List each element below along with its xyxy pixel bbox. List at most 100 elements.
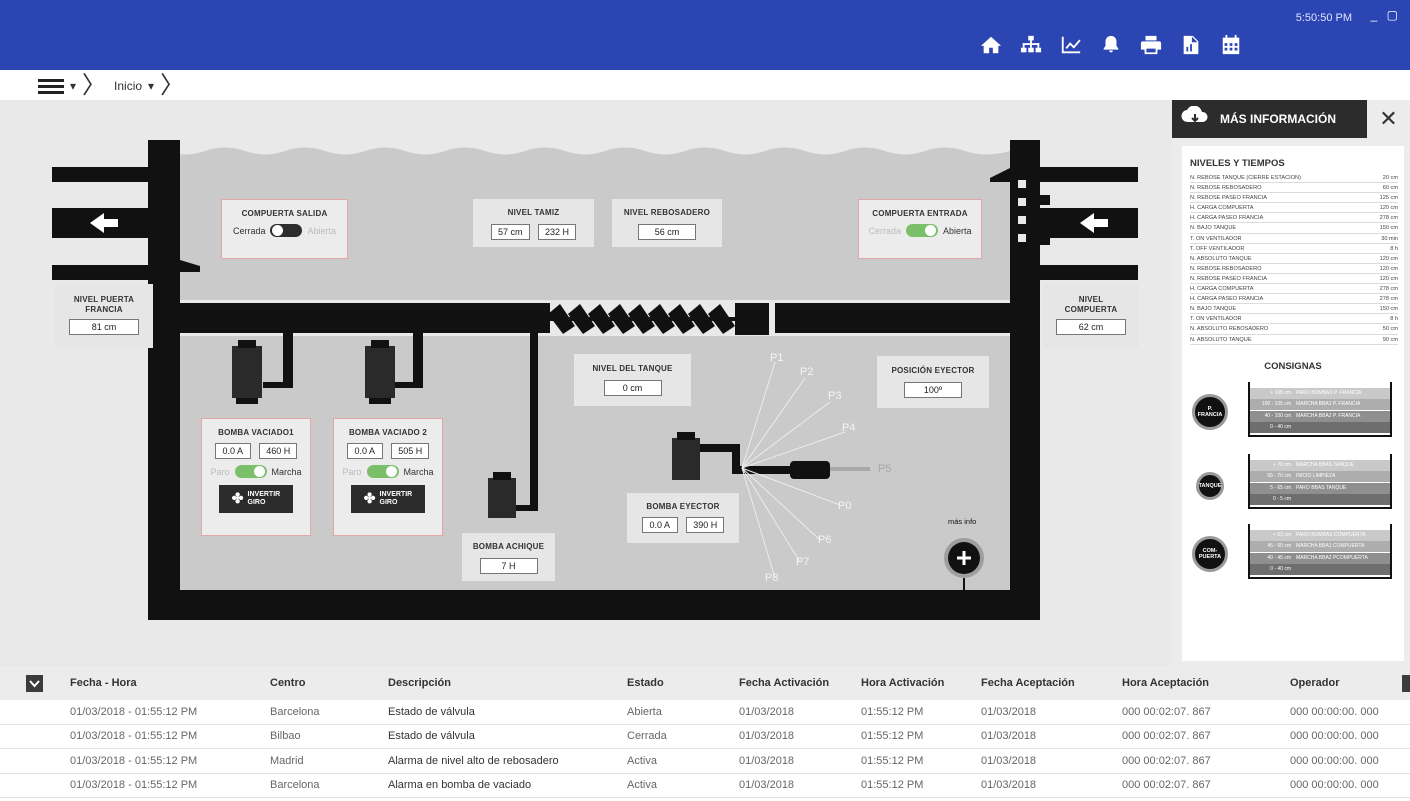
bell-icon[interactable] [1100, 34, 1122, 56]
niveles-label: N. BAJO TANQUE [1190, 225, 1237, 232]
niveles-label: N. REBOSE REBOSADERO [1190, 265, 1262, 272]
consigna-range: 0 - 40 cm [1270, 424, 1291, 431]
giro-label: GIRO [247, 499, 266, 506]
print-icon[interactable] [1140, 34, 1162, 56]
table-cell: 01:55:12 PM [861, 730, 924, 743]
bomba-eyector-current: 0.0 A [641, 517, 678, 533]
column-header[interactable]: Hora Aceptación [1122, 677, 1209, 689]
middle-slab-left [180, 303, 550, 333]
bomba-vaciado-1-hours: 460 H [259, 443, 298, 459]
column-menu-toggle[interactable] [1402, 675, 1410, 692]
compuerta-salida-toggle[interactable] [270, 224, 303, 237]
table-row[interactable]: 01/03/2018 - 01:55:12 PM Madrid Alarma de … [0, 749, 1410, 774]
nivel-compuerta-value: 62 cm [1056, 319, 1126, 335]
consigna-row: 40 - 100 cm MARCHA BBA2 P. FRANCIA [1250, 410, 1390, 422]
clock: 5:50:50 PM [1295, 12, 1352, 24]
niveles-label: N. REBOSE TANQUE (CIERRE ESTACION) [1190, 175, 1301, 181]
niveles-value: 20 cm [1382, 175, 1398, 181]
consigna-row: + 105 cm PARO BOMBAS P. FRANCIA [1250, 387, 1390, 399]
sitemap-icon[interactable] [1020, 34, 1042, 56]
niveles-label: N. REBOSE PASEO FRANCIA [1190, 275, 1267, 282]
table-cell: 000 00:02:07. 867 [1122, 705, 1211, 718]
niveles-row: N. REBOSE REBOSADERO 120 cm [1190, 264, 1398, 274]
table-cell: Estado de válvula [388, 705, 475, 718]
table-cell: 01/03/2018 [981, 705, 1037, 718]
consigna-range: 65 - 70 cm [1267, 473, 1291, 480]
niveles-value: 30 min [1381, 235, 1398, 242]
nivel-rebosadero-value: 56 cm [638, 224, 696, 240]
table-row[interactable]: 01/03/2018 - 01:55:12 PM Barcelona Alarma … [0, 774, 1410, 798]
niveles-value: 120 cm [1379, 265, 1398, 272]
consigna-action: MARCHA BBAS TANQUE [1296, 461, 1354, 468]
menu-button[interactable]: ▾ 〉 [38, 74, 106, 98]
bomba-vaciado-2-toggle[interactable] [366, 465, 399, 478]
consigna-row: 45 - 50 cm MARCHA BBA1 COMPUERTA [1250, 541, 1390, 553]
column-header[interactable]: Fecha Activación [739, 677, 829, 689]
breadcrumb-inicio[interactable]: Inicio ▾ 〉 [114, 74, 184, 98]
nivel-tamiz-hours: 232 H [537, 224, 576, 240]
home-icon[interactable] [980, 34, 1002, 56]
niveles-value: 120 cm [1379, 205, 1398, 212]
window-controls: _ ▢ [1365, 8, 1398, 22]
info-header: MÁS INFORMACIÓN ✕ [1172, 100, 1410, 138]
nivel-compuerta-subtitle: COMPUERTA [1064, 305, 1118, 314]
nivel-tanque-panel: NIVEL DEL TANQUE 0 cm [574, 354, 691, 406]
mas-info-label: más info [948, 517, 977, 526]
calendar-icon[interactable] [1220, 34, 1242, 56]
bomba-vaciado-2-invertir-button[interactable]: ✤ INVERTIR GIRO [351, 485, 425, 513]
niveles-value: 120 cm [1379, 255, 1398, 262]
minimize-button[interactable]: _ [1371, 8, 1378, 22]
consigna-group: + 105 cm PARO BOMBAS P. FRANCIA 100 - 105 … [1182, 381, 1404, 442]
left-wall [148, 140, 180, 620]
column-header[interactable]: Descripción [388, 677, 451, 689]
consigna-levels: + 70 cm MARCHA BBAS TANQUE 65 - 70 cm INICI… [1248, 453, 1392, 509]
collapse-toggle[interactable] [26, 675, 43, 692]
chart-icon[interactable] [1060, 34, 1082, 56]
position-label-p2: P2 [800, 366, 814, 378]
nivel-puerta-value: 81 cm [69, 319, 139, 335]
niveles-value: 150 cm [1379, 225, 1398, 232]
column-header[interactable]: Estado [627, 677, 664, 689]
bomba-vaciado-2-hours: 505 H [391, 443, 430, 459]
column-header[interactable]: Operador [1290, 677, 1340, 689]
consigna-range: + 63 cm [1273, 531, 1291, 538]
column-header[interactable]: Fecha Aceptación [981, 677, 1075, 689]
events-table: Fecha - Hora Centro Descripción Estado Fecha… [0, 666, 1410, 801]
niveles-table: N. REBOSE TANQUE (CIERRE ESTACION) 20 cm N… [1190, 173, 1398, 345]
nivel-compuerta-title: NIVEL [1078, 295, 1104, 304]
table-cell: Activa [627, 779, 657, 792]
niveles-row: H. CARGA PASEO FRANCIA 278 cm [1190, 294, 1398, 305]
table-cell: Estado de válvula [388, 730, 475, 743]
table-cell: 01/03/2018 - 01:55:12 PM [70, 779, 198, 792]
consigna-range: 45 - 50 cm [1267, 543, 1291, 550]
consigna-node-label: TANQUE [1198, 482, 1222, 489]
table-cell: Cerrada [627, 730, 667, 743]
breadcrumb-label: Inicio [114, 79, 143, 93]
right-wall [1010, 140, 1040, 620]
left-pipe-top [52, 167, 152, 182]
compuerta-entrada-toggle[interactable] [905, 224, 938, 237]
consigna-levels: + 63 cm PARO BOMBAS COMPUERTA 45 - 50 cm MA… [1248, 523, 1392, 579]
position-label-p5: P5 [878, 463, 892, 475]
posicion-eyector-title: POSICIÓN EYECTOR [891, 366, 975, 375]
close-button[interactable]: ✕ [1366, 100, 1410, 138]
bomba-vaciado-2-off-label: Paro [342, 466, 362, 477]
niveles-row: N. ABSOLUTO TANQUE 120 cm [1190, 254, 1398, 264]
niveles-label: H. CARGA COMPUERTA [1190, 205, 1254, 212]
column-header[interactable]: Fecha - Hora [70, 677, 137, 689]
info-body: NIVELES Y TIEMPOS N. REBOSE TANQUE (CIER… [1182, 146, 1404, 661]
bomba-vaciado-1-invertir-button[interactable]: ✤ INVERTIR GIRO [219, 485, 293, 513]
giro-label: GIRO [379, 499, 398, 506]
maximize-button[interactable]: ▢ [1387, 8, 1398, 22]
table-row[interactable]: 01/03/2018 - 01:55:12 PM Barcelona Estado … [0, 700, 1410, 725]
table-body: 01/03/2018 - 01:55:12 PM Barcelona Estado … [0, 700, 1410, 798]
niveles-value: 278 cm [1379, 296, 1398, 303]
column-header[interactable]: Hora Activación [861, 677, 944, 689]
consignas-diagram: + 105 cm PARO BOMBAS P. FRANCIA 100 - 105 … [1182, 372, 1404, 602]
position-label-p1: P1 [770, 352, 784, 364]
niveles-label: N. BAJO TANQUE [1190, 306, 1237, 313]
bomba-vaciado-1-toggle[interactable] [234, 465, 267, 478]
table-row[interactable]: 01/03/2018 - 01:55:12 PM Bilbao Estado de … [0, 725, 1410, 749]
column-header[interactable]: Centro [270, 677, 305, 689]
report-icon[interactable] [1180, 34, 1202, 56]
